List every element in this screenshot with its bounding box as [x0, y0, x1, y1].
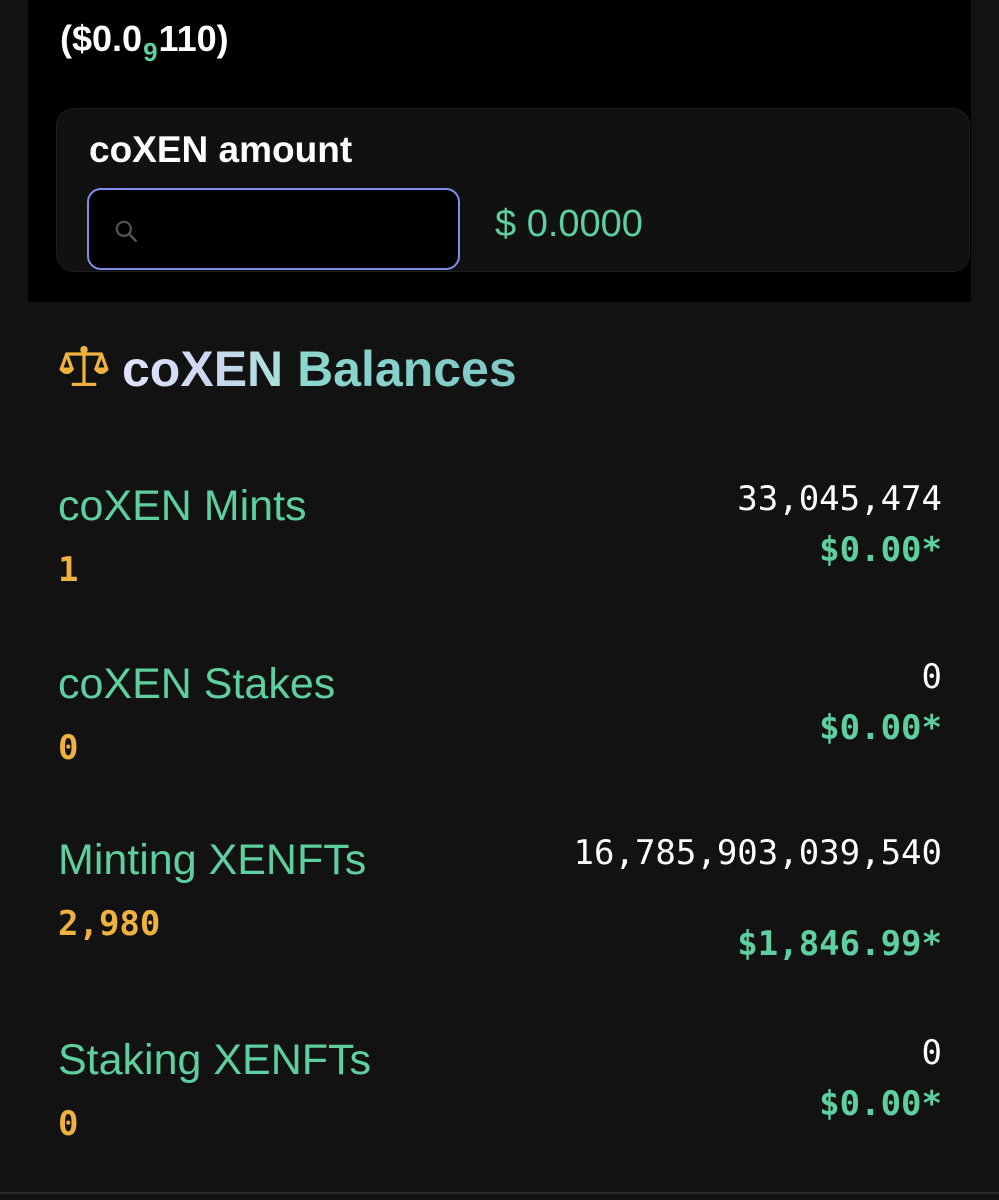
row-amount: 16,785,903,039,540 — [573, 833, 942, 873]
amount-card: coXEN amount $ 0.0000 — [56, 108, 970, 272]
row-label: coXEN Mints — [58, 482, 307, 530]
row-count: 0 — [58, 1104, 79, 1144]
balances-title-balances: Balances — [297, 341, 517, 397]
amount-usd-value: $ 0.0000 — [495, 203, 643, 245]
row-usd: $1,846.99* — [737, 924, 942, 964]
coxen-price: ($0.09110) — [60, 18, 229, 67]
amount-input-box[interactable] — [87, 188, 460, 270]
row-usd: $0.00* — [819, 708, 942, 748]
row-usd: $0.00* — [819, 530, 942, 570]
row-label: coXEN Stakes — [58, 660, 336, 708]
row-count: 2,980 — [58, 904, 161, 944]
amount-input[interactable] — [151, 190, 445, 270]
row-count: 0 — [58, 728, 79, 768]
row-label: Minting XENFTs — [58, 836, 367, 884]
row-label: Staking XENFTs — [58, 1036, 372, 1084]
amount-label: coXEN amount — [89, 129, 353, 170]
row-amount: 0 — [921, 1033, 942, 1073]
row-usd: $0.00* — [819, 1084, 942, 1124]
price-suffix: 110) — [158, 18, 229, 59]
price-zero-count: 9 — [143, 37, 158, 67]
search-icon — [115, 220, 137, 242]
row-amount: 33,045,474 — [737, 479, 942, 519]
row-count: 1 — [58, 550, 79, 590]
row-amount: 0 — [921, 657, 942, 697]
price-panel: ($0.09110) coXEN amount $ 0.0000 — [28, 0, 971, 302]
balances-heading: coXEN Balances — [58, 340, 517, 399]
bottom-divider — [0, 1192, 999, 1194]
price-prefix: ($0.0 — [60, 18, 143, 59]
scale-icon — [59, 345, 109, 386]
balances-title-coxen: coXEN — [122, 341, 284, 397]
